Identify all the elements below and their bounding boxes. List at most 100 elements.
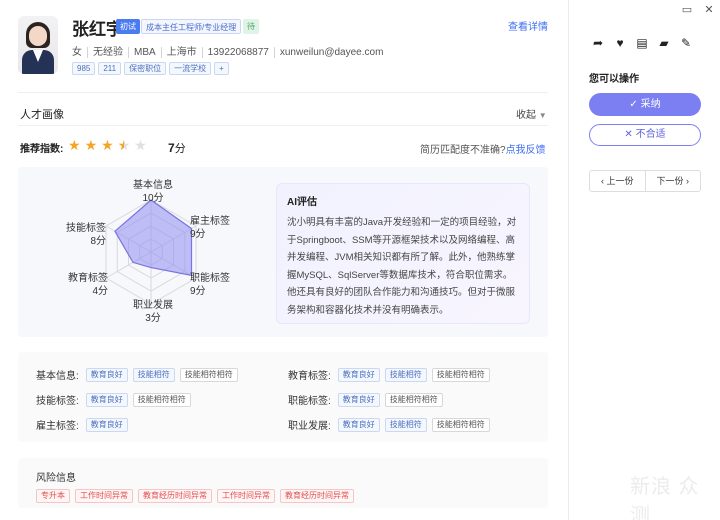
ai-text: 沈小明具有丰富的Java开发经验和一定的项目经验，对于Springboot、SS…	[287, 217, 517, 316]
tag: 技能相符相符	[431, 417, 490, 432]
reject-label: 不合适	[635, 129, 666, 140]
minimize-icon[interactable]: ▭	[679, 3, 695, 16]
share-icon[interactable]: ➦	[591, 36, 605, 50]
recommendation-label: 推荐指数:	[20, 144, 64, 155]
email: xunweilun@dayee.com	[273, 47, 389, 58]
chevron-down-icon: ▼	[538, 111, 547, 120]
accept-button[interactable]: ✓ 采纳	[589, 93, 701, 116]
tag-row-skill: 技能标签: 教育良好 技能相符相符	[36, 392, 191, 407]
edit-icon[interactable]: ✎	[679, 36, 693, 50]
star-icon: ★	[68, 137, 81, 153]
phone: 13922068877	[201, 47, 274, 58]
experience: 无经验	[87, 47, 128, 58]
check-icon: ✓	[629, 99, 638, 110]
score-unit: 分	[174, 143, 186, 155]
risk-tags: 专升本 工作时间异常 教育经历时间异常 工作时间异常 教育经历时间异常	[36, 489, 354, 503]
radar-axis-score: 10分	[142, 193, 164, 204]
tag: 教育良好	[85, 417, 128, 432]
city: 上海市	[160, 47, 202, 58]
radar-axis-name: 技能标签	[66, 223, 106, 234]
radar-axis-name: 职业发展	[133, 300, 173, 311]
candidate-chips: 985 211 保密职位 一流学校 +	[72, 62, 229, 75]
prev-label: 上一份	[606, 176, 634, 186]
degree: MBA	[128, 47, 161, 58]
score: 7分	[168, 140, 186, 156]
stage-badge: 初试	[116, 19, 140, 34]
x-icon: ✕	[624, 129, 633, 140]
collapse-label: 收起	[516, 110, 536, 121]
divider	[18, 125, 548, 126]
tag-row-label: 职业发展:	[288, 421, 331, 432]
radar-axis-score: 3分	[145, 313, 161, 324]
next-button[interactable]: 下一份 ›	[646, 171, 701, 191]
star-icon: ★	[101, 137, 114, 153]
tag-row-employer: 雇主标签: 教育良好	[36, 417, 128, 432]
risk-tag: 教育经历时间异常	[280, 489, 354, 503]
ai-title: AI评估	[287, 197, 317, 208]
reject-button[interactable]: ✕ 不合适	[589, 124, 701, 146]
ai-evaluation-box: AI评估 沈小明具有丰富的Java开发经验和一定的项目经验，对于Springbo…	[276, 183, 530, 324]
rating-stars: ★ ★ ★ ★ ★	[68, 137, 147, 153]
tag: 技能相符相符	[132, 392, 191, 407]
heart-icon[interactable]: ♥	[613, 36, 627, 50]
radar-axis-score: 8分	[90, 236, 106, 247]
radar-panel: 基本信息 10分 雇主标签 9分 职能标签 9分 职业发展 3分 教育标签 4分 技能标签 8分 AI…	[18, 167, 548, 337]
candidate-avatar	[18, 16, 58, 74]
radar-label: 技能标签 8分	[66, 222, 106, 248]
radar-axis-score: 4分	[92, 286, 108, 297]
risk-tag: 工作时间异常	[75, 489, 133, 503]
chevron-right-icon: ›	[686, 176, 690, 186]
folder-add-icon[interactable]: ▰	[657, 36, 671, 50]
tag-row-label: 基本信息:	[36, 371, 79, 382]
star-icon: ★	[134, 137, 147, 153]
tag: 技能相符	[384, 417, 427, 432]
section-title: 人才画像	[20, 109, 64, 121]
tag-row-edu: 教育标签: 教育良好 技能相符 技能相符相符	[288, 367, 490, 382]
accept-label: 采纳	[640, 99, 661, 110]
chip-985: 985	[72, 62, 96, 75]
tag: 技能相符相符	[179, 367, 238, 382]
radar-label: 基本信息 10分	[133, 179, 173, 205]
tag-row-func: 职能标签: 教育良好 技能相符相符	[288, 392, 443, 407]
chip-confidential: 保密职位	[124, 62, 167, 75]
next-label: 下一份	[656, 176, 684, 186]
radar-area	[114, 199, 193, 277]
radar-axis-name: 教育标签	[68, 273, 108, 284]
radar-axis-name: 基本信息	[133, 180, 173, 191]
ops-title: 您可以操作	[589, 74, 639, 85]
tag-panel: 基本信息: 教育良好 技能相符 技能相符相符 教育标签: 教育良好 技能相符 技…	[18, 352, 548, 442]
radar-label: 教育标签 4分	[68, 272, 108, 298]
match-feedback: 简历匹配度不准确?点我反馈	[420, 141, 546, 156]
watermark: 新浪 众测	[630, 476, 700, 520]
star-icon: ★	[118, 137, 131, 153]
risk-title: 风险信息	[36, 473, 76, 484]
prev-button[interactable]: ‹ 上一份	[590, 171, 646, 191]
chevron-left-icon: ‹	[600, 176, 604, 186]
tag-row-basic: 基本信息: 教育良好 技能相符 技能相符相符	[36, 367, 238, 382]
add-chip-button[interactable]: +	[214, 62, 229, 75]
divider	[18, 92, 548, 93]
match-question: 简历匹配度不准确?	[420, 145, 506, 156]
tag-row-label: 雇主标签:	[36, 421, 79, 432]
radar-axis-name: 雇主标签	[190, 216, 230, 227]
tag-row-label: 教育标签:	[288, 371, 331, 382]
radar-axis-score: 9分	[190, 229, 206, 240]
print-icon[interactable]: ▤	[635, 36, 649, 50]
tag-row-label: 职能标签:	[288, 396, 331, 407]
radar-label: 雇主标签 9分	[190, 215, 230, 241]
feedback-link[interactable]: 点我反馈	[506, 145, 546, 156]
collapse-toggle[interactable]: 收起 ▼	[516, 106, 547, 121]
tag: 教育良好	[337, 367, 380, 382]
risk-tag: 教育经历时间异常	[138, 489, 212, 503]
score-value: 7	[168, 141, 175, 155]
tag: 技能相符相符	[431, 367, 490, 382]
view-detail-link[interactable]: 查看详情	[508, 18, 548, 33]
risk-tag: 专升本	[36, 489, 70, 503]
tag-row-label: 技能标签:	[36, 396, 79, 407]
tag: 教育良好	[85, 367, 128, 382]
close-icon[interactable]: ✕	[701, 3, 717, 16]
radar-axis-score: 9分	[190, 286, 206, 297]
radar-label: 职能标签 9分	[190, 272, 230, 298]
tag: 教育良好	[337, 392, 380, 407]
pager: ‹ 上一份 下一份 ›	[589, 170, 701, 192]
